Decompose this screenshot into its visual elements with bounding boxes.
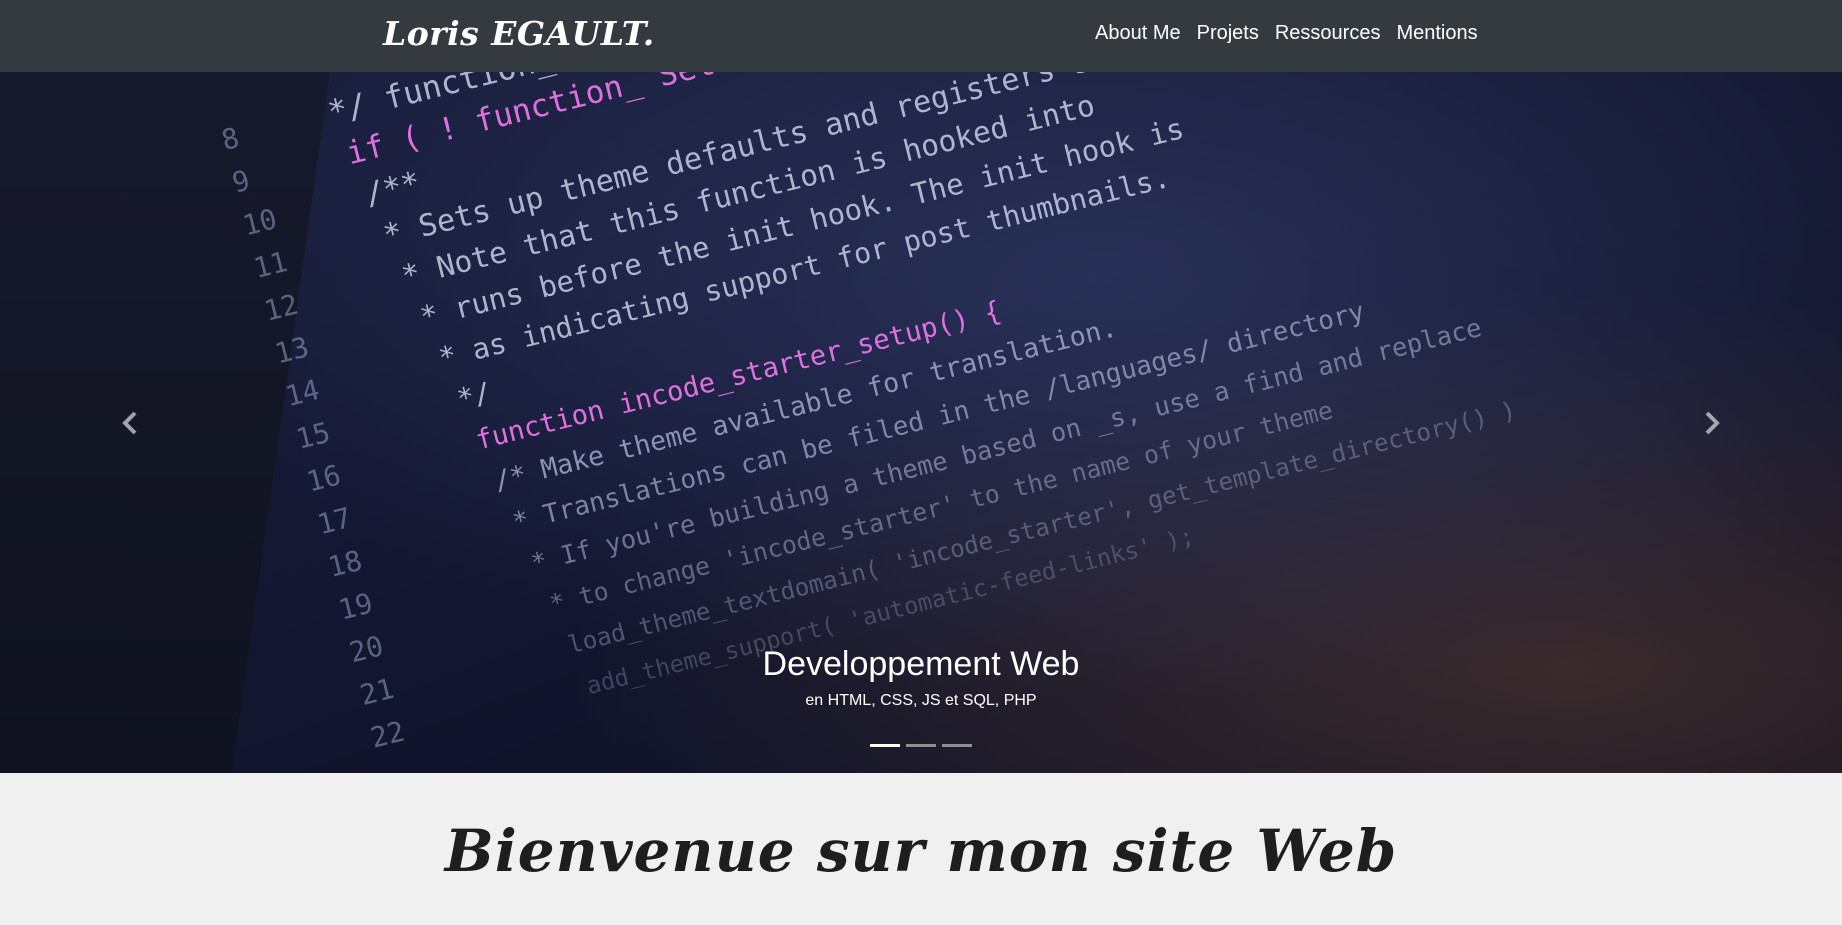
navbar: Loris EGAULT. About Me Projets Ressource… (0, 0, 1842, 72)
code-line-number: 14 (282, 373, 323, 413)
carousel-indicator-1[interactable] (870, 744, 900, 747)
carousel-indicator-2[interactable] (906, 744, 936, 747)
nav-link-ressources[interactable]: Ressources (1275, 22, 1381, 45)
nav-link-projets[interactable]: Projets (1197, 22, 1259, 45)
code-line-text: /** (361, 164, 424, 212)
code-line-number: 16 (303, 458, 344, 498)
nav-link-mentions[interactable]: Mentions (1396, 22, 1477, 45)
nav-link-about-me[interactable]: About Me (1095, 22, 1181, 45)
carousel-indicator-3[interactable] (942, 744, 972, 747)
code-line-number: 22 (367, 715, 408, 755)
chevron-left-icon (122, 411, 137, 434)
welcome-title: Bienvenue sur mon site Web (444, 817, 1398, 885)
code-line-number: 19 (335, 586, 376, 626)
nav-links: About Me Projets Ressources Mentions (1095, 22, 1478, 45)
carousel-indicators (0, 744, 1842, 747)
carousel-caption: Developpement Web en HTML, CSS, JS et SQ… (0, 645, 1842, 710)
code-line-number: 12 (261, 288, 302, 328)
brand-logo[interactable]: Loris EGAULT. (383, 14, 655, 53)
code-line-number: 17 (314, 501, 355, 541)
caption-title: Developpement Web (762, 645, 1080, 683)
code-line-number: 15 (293, 416, 334, 456)
code-line-number: 18 (325, 544, 366, 584)
code-line-text: */ (454, 376, 494, 416)
chevron-right-icon (1705, 411, 1720, 434)
welcome-section: Bienvenue sur mon site Web (0, 773, 1842, 925)
code-line-number: 13 (271, 330, 312, 370)
caption-text: en HTML, CSS, JS et SQL, PHP (805, 692, 1037, 709)
hero-carousel: 8*/ function_9if ( ! function_ Sets up t… (0, 72, 1842, 773)
